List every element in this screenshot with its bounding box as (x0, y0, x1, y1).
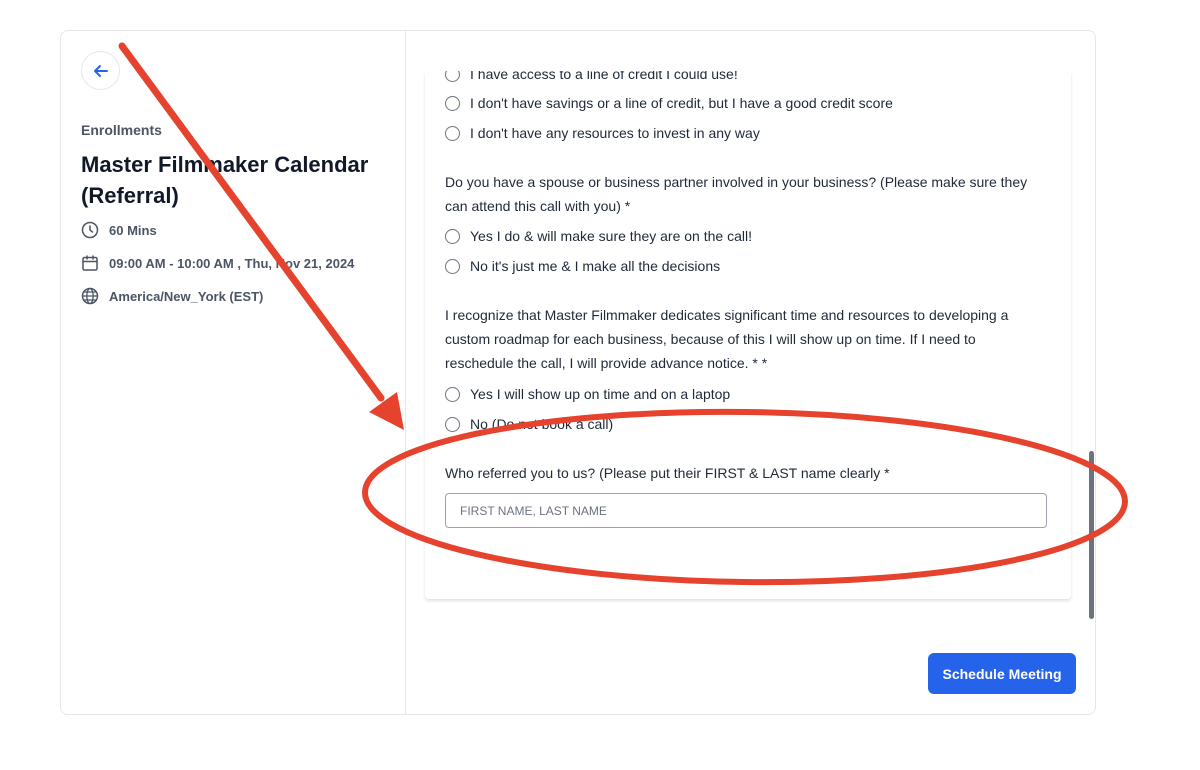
event-category: Enrollments (81, 122, 162, 138)
scrollbar-thumb[interactable] (1089, 451, 1094, 619)
option-no-resources[interactable]: I don't have any resources to invest in … (445, 125, 760, 141)
event-title: Master Filmmaker Calendar (Referral) (81, 152, 369, 208)
option-line-of-credit[interactable]: I have access to a line of credit I coul… (445, 71, 738, 82)
duration-row: 60 Mins (81, 221, 157, 239)
schedule-meeting-button[interactable]: Schedule Meeting (928, 653, 1076, 694)
option-label: I don't have savings or a line of credit… (470, 95, 893, 111)
back-button[interactable] (81, 51, 120, 90)
option-label: Yes I do & will make sure they are on th… (470, 228, 752, 244)
radio-button[interactable] (445, 228, 460, 244)
option-partner-yes[interactable]: Yes I do & will make sure they are on th… (445, 228, 752, 244)
datetime-row: 09:00 AM - 10:00 AM , Thu, Nov 21, 2024 (81, 254, 354, 272)
booking-card: Enrollments Master Filmmaker Calendar (R… (60, 30, 1096, 715)
timezone-text: America/New_York (EST) (109, 288, 264, 304)
question-partner: Do you have a spouse or business partner… (445, 174, 1028, 214)
globe-icon (81, 287, 99, 305)
event-summary-panel: Enrollments Master Filmmaker Calendar (R… (61, 31, 406, 714)
option-label: No (Do not book a call) (470, 416, 614, 432)
referral-name-input[interactable] (445, 493, 1047, 528)
radio-button[interactable] (445, 95, 460, 111)
timezone-row: America/New_York (EST) (81, 287, 263, 305)
calendar-icon (82, 255, 98, 271)
option-good-credit-score[interactable]: I don't have savings or a line of credit… (445, 95, 893, 111)
radio-button[interactable] (445, 71, 460, 82)
option-partner-no[interactable]: No it's just me & I make all the decisio… (445, 258, 720, 274)
radio-button[interactable] (445, 125, 460, 141)
questions-panel: I have access to a line of credit I coul… (425, 71, 1071, 599)
form-area: I have access to a line of credit I coul… (407, 31, 1095, 714)
option-commit-no[interactable]: No (Do not book a call) (445, 416, 613, 432)
radio-button[interactable] (445, 416, 460, 432)
option-label: No it's just me & I make all the decisio… (470, 258, 721, 274)
radio-button[interactable] (445, 258, 460, 274)
radio-button[interactable] (445, 386, 460, 402)
clock-icon (81, 221, 99, 239)
question-referral: Who referred you to us? (Please put thei… (445, 465, 890, 481)
option-commit-yes[interactable]: Yes I will show up on time and on a lapt… (445, 386, 730, 402)
question-commitment: I recognize that Master Filmmaker dedica… (445, 307, 1009, 371)
duration-text: 60 Mins (109, 222, 157, 238)
datetime-text: 09:00 AM - 10:00 AM , Thu, Nov 21, 2024 (109, 255, 355, 271)
option-label: I have access to a line of credit I coul… (470, 71, 738, 82)
arrow-left-icon (93, 64, 108, 77)
option-label: Yes I will show up on time and on a lapt… (470, 386, 731, 402)
option-label: I don't have any resources to invest in … (470, 125, 760, 141)
